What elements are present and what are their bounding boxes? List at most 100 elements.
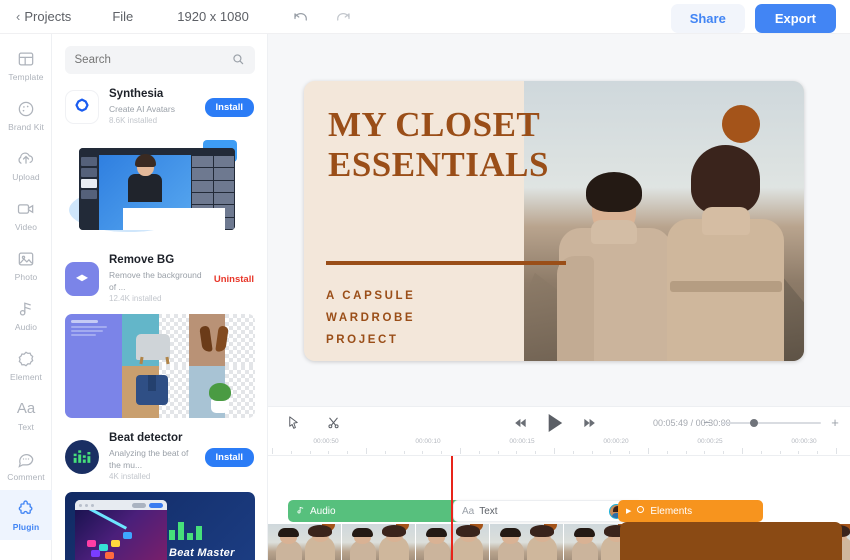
- sidebar-item-plugin[interactable]: Plugin: [0, 490, 52, 540]
- ruler-tick-label: 00:00:20: [603, 438, 629, 445]
- design-card[interactable]: MY CLOSET ESSENTIALS A CAPSULE WARDROBE …: [304, 81, 804, 361]
- play-icon[interactable]: [546, 413, 564, 433]
- plugin-card-remove-bg[interactable]: Remove BG Remove the background of ... 1…: [52, 254, 267, 418]
- plugin-description: Analyzing the beat of the mu...: [109, 448, 189, 470]
- cursor-arrow-icon[interactable]: [282, 412, 304, 434]
- comment-bubble-icon: [16, 449, 36, 469]
- canvas-stage[interactable]: MY CLOSET ESSENTIALS A CAPSULE WARDROBE …: [268, 34, 850, 406]
- video-editor-app: ‹ Projects File 1920 x 1080 Share Export: [0, 0, 850, 560]
- ruler-tick: [310, 451, 311, 454]
- search-input[interactable]: [74, 54, 231, 66]
- ruler-tick-label: 00:00:15: [509, 438, 535, 445]
- time-separator: /: [690, 417, 694, 428]
- music-note-icon: [296, 505, 305, 518]
- plugin-preview-image: [65, 136, 255, 240]
- ruler-tick-label: 00:00:25: [697, 438, 723, 445]
- filmstrip-frame[interactable]: [268, 524, 342, 560]
- ruler-tick: [742, 448, 743, 454]
- music-note-icon: [16, 299, 36, 319]
- sidebar-item-upload[interactable]: Upload: [0, 140, 52, 190]
- ruler-tick: [441, 451, 442, 454]
- uninstall-button[interactable]: Uninstall: [214, 274, 254, 285]
- sidebar-item-video[interactable]: Video: [0, 190, 52, 240]
- ruler-tick: [366, 448, 367, 454]
- plugin-install-count: 8.6K installed: [109, 116, 158, 125]
- ruler-tick: [535, 451, 536, 454]
- card-subtitle[interactable]: A CAPSULE WARDROBE PROJECT: [326, 285, 456, 351]
- zoom-out-button[interactable]: −: [702, 416, 712, 429]
- plugin-header: Remove BG Remove the background of ... 1…: [65, 254, 254, 304]
- plugin-card-beat-detector[interactable]: Beat detector Analyzing the beat of the …: [52, 432, 267, 560]
- timeline-ruler[interactable]: 00:00:50 00:00:10 00:00:15 00:00:20 00:00:25…: [268, 438, 850, 456]
- timeline-clip-label: Audio: [310, 505, 336, 517]
- back-to-projects-button[interactable]: ‹ Projects: [16, 9, 71, 24]
- zoom-slider-knob[interactable]: [750, 418, 758, 427]
- card-accent-circle[interactable]: [722, 105, 760, 143]
- timeline-tracks[interactable]: Audio Aa Text ▶ Elements: [268, 456, 850, 560]
- sidebar-item-brand-kit[interactable]: Brand Kit: [0, 90, 52, 140]
- plugin-header: Synthesia Create AI Avatars 8.6K install…: [65, 88, 254, 126]
- filmstrip-frame[interactable]: [416, 524, 490, 560]
- text-aa-icon: Aa: [462, 505, 475, 517]
- export-button[interactable]: Export: [754, 4, 836, 33]
- sidebar-label: Element: [10, 371, 42, 382]
- ruler-tick: [291, 451, 292, 454]
- install-button[interactable]: Install: [204, 97, 254, 117]
- sidebar-label: Plugin: [12, 521, 40, 532]
- plugin-panel: Synthesia Create AI Avatars 8.6K install…: [52, 34, 268, 560]
- plugin-description: Create AI Avatars: [109, 104, 175, 114]
- search-icon[interactable]: [231, 52, 245, 69]
- chevron-left-icon: ‹: [16, 9, 21, 24]
- zoom-in-button[interactable]: +: [830, 416, 840, 429]
- card-subtitle-line-2: WARDROBE: [326, 312, 416, 324]
- timeline-element-block[interactable]: [620, 522, 842, 560]
- undo-icon[interactable]: [291, 7, 311, 27]
- beat-detector-logo-icon: [65, 440, 99, 474]
- plugin-preview-image: [65, 314, 255, 418]
- play-triangle-icon[interactable]: ▶: [626, 508, 631, 515]
- timeline-clip-audio[interactable]: Audio: [288, 500, 463, 522]
- text-aa-icon: Aa: [16, 399, 36, 417]
- rewind-icon[interactable]: [514, 417, 528, 429]
- timeline-clip-text[interactable]: Aa Text: [453, 500, 643, 522]
- card-title-line-2: ESSENTIALS: [328, 145, 549, 184]
- ruler-tick: [723, 451, 724, 454]
- search-box[interactable]: [64, 46, 255, 74]
- filmstrip-frame[interactable]: [490, 524, 564, 560]
- card-title[interactable]: MY CLOSET ESSENTIALS: [328, 105, 788, 185]
- install-button[interactable]: Install: [204, 447, 254, 467]
- filmstrip-frame[interactable]: [342, 524, 416, 560]
- ruler-tick: [573, 451, 574, 454]
- plugin-preview-image: Beat Master Remove the background of the…: [65, 492, 255, 560]
- ruler-tick: [516, 451, 517, 454]
- sidebar-label: Photo: [14, 271, 38, 282]
- ruler-tick: [836, 448, 837, 454]
- ruler-tick: [347, 451, 348, 454]
- plugin-install-count: 12.4K installed: [109, 294, 162, 303]
- puzzle-piece-icon: [16, 499, 36, 519]
- sidebar-item-text[interactable]: Aa Text: [0, 390, 52, 440]
- shape-icon: [16, 349, 36, 369]
- ruler-tick: [479, 451, 480, 454]
- sidebar-label: Text: [18, 421, 34, 432]
- sidebar-item-comment[interactable]: Comment: [0, 440, 52, 490]
- ruler-tick: [272, 448, 273, 454]
- file-menu-button[interactable]: File: [112, 9, 133, 24]
- timeline-clip-elements[interactable]: ▶ Elements: [618, 500, 763, 522]
- sidebar-label: Comment: [7, 471, 45, 482]
- redo-icon[interactable]: [333, 7, 353, 27]
- sidebar-item-photo[interactable]: Photo: [0, 240, 52, 290]
- zoom-slider[interactable]: [721, 418, 821, 427]
- top-bar-actions: Share Export: [670, 4, 836, 33]
- scissors-icon[interactable]: [322, 412, 344, 434]
- sidebar-item-element[interactable]: Element: [0, 340, 52, 390]
- plugin-meta: Synthesia Create AI Avatars 8.6K install…: [109, 88, 195, 126]
- fast-forward-icon[interactable]: [582, 417, 596, 429]
- share-button[interactable]: Share: [670, 4, 745, 33]
- sidebar-item-audio[interactable]: Audio: [0, 290, 52, 340]
- sidebar-item-template[interactable]: Template: [0, 40, 52, 90]
- ruler-tick: [328, 451, 329, 454]
- playhead-line[interactable]: [451, 456, 453, 560]
- plugin-card-synthesia[interactable]: Synthesia Create AI Avatars 8.6K install…: [52, 88, 267, 240]
- equalizer-icon: [169, 518, 247, 540]
